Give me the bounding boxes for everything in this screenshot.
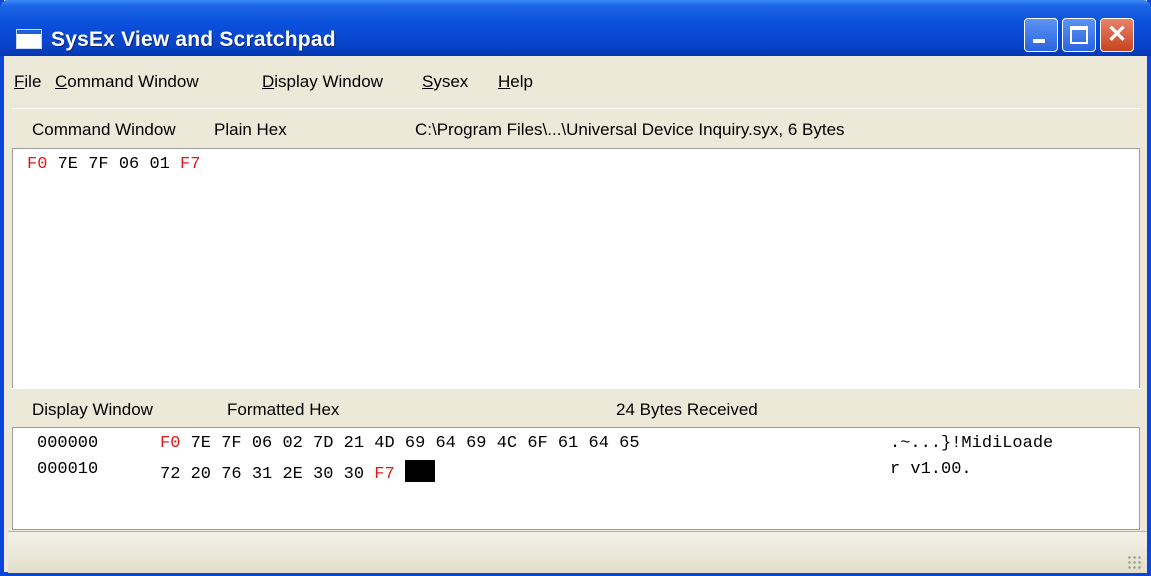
hex-byte: 7E: [190, 434, 212, 453]
hex-byte: 64: [588, 434, 609, 453]
hex-byte: 02: [282, 434, 303, 453]
hex-row-bytes: 72 20 76 31 2E 30 30 F7: [160, 460, 435, 484]
command-window-header: Command Window Plain Hex C:\Program File…: [12, 108, 1140, 149]
app-window: SysEx View and Scratchpad ✕ File Command…: [0, 0, 1151, 576]
hex-byte: 06: [118, 155, 140, 174]
hex-row-bytes: F0 7E 7F 06 02 7D 21 4D 69 64 69 4C 6F 6…: [160, 434, 640, 453]
hex-byte: 65: [619, 434, 640, 453]
hex-byte: 4D: [374, 434, 395, 453]
hex-byte: 69: [466, 434, 487, 453]
hex-row-offset: 000000: [37, 434, 99, 453]
menu-display-window[interactable]: Display Window: [262, 72, 383, 92]
menu-sysex[interactable]: Sysex: [422, 72, 468, 92]
display-window-label: Display Window: [32, 400, 153, 419]
command-window-label: Command Window: [32, 120, 176, 139]
hex-byte: 7D: [313, 434, 334, 453]
close-button[interactable]: ✕: [1100, 18, 1134, 52]
menu-file[interactable]: File: [14, 72, 41, 92]
window-title: SysEx View and Scratchpad: [51, 28, 336, 51]
hex-byte: F7: [180, 155, 201, 174]
menu-command-window[interactable]: Command Window: [55, 72, 199, 92]
hex-byte: 76: [221, 465, 242, 484]
maximize-button[interactable]: [1062, 18, 1096, 52]
hex-byte: 7F: [221, 434, 242, 453]
bytes-received-status: 24 Bytes Received: [616, 400, 758, 419]
hex-byte: 2E: [282, 465, 303, 484]
hex-byte: 6F: [527, 434, 548, 453]
hex-byte: 06: [251, 434, 273, 453]
command-window-editor[interactable]: F0 7E 7F 06 01 F7: [12, 148, 1140, 389]
text-cursor: [404, 460, 435, 482]
title-bar[interactable]: SysEx View and Scratchpad ✕: [0, 0, 1151, 56]
hex-byte: 20: [190, 465, 212, 484]
hex-byte: 30: [343, 465, 365, 484]
hex-byte: 69: [404, 434, 426, 453]
ascii-column: .~...}!MidiLoade: [890, 434, 1054, 453]
hex-byte: 21: [343, 434, 365, 453]
hex-byte: 7F: [88, 155, 109, 174]
hex-row-offset: 000010: [37, 460, 99, 479]
display-format-label: Formatted Hex: [227, 400, 340, 419]
minimize-button[interactable]: [1024, 18, 1058, 52]
ascii-column: r v1.00.: [890, 460, 972, 479]
hex-byte: 7E: [57, 155, 79, 174]
command-file-info: C:\Program Files\...\Universal Device In…: [415, 120, 845, 139]
status-bar: [8, 531, 1147, 573]
hex-byte: 31: [251, 465, 273, 484]
close-icon: ✕: [1106, 21, 1128, 48]
resize-grip-icon[interactable]: [1127, 555, 1141, 569]
app-window-icon[interactable]: [16, 29, 42, 49]
hex-byte: F7: [374, 465, 395, 484]
menu-help[interactable]: Help: [498, 72, 533, 92]
display-window-header: Display Window Formatted Hex 24 Bytes Re…: [12, 388, 1140, 429]
hex-byte: 4C: [496, 434, 518, 453]
hex-byte: 30: [313, 465, 334, 484]
minimize-icon: [1033, 39, 1045, 43]
hex-byte: F0: [27, 155, 48, 174]
hex-byte: 72: [160, 465, 181, 484]
command-hex-line: F0 7E 7F 06 01 F7: [27, 155, 200, 174]
maximize-icon: [1070, 26, 1088, 44]
hex-byte: 01: [149, 155, 170, 174]
menu-bar: File Command Window Display Window Sysex…: [4, 56, 1147, 106]
command-format-label: Plain Hex: [214, 120, 287, 139]
hex-byte: 61: [557, 434, 579, 453]
display-window-view[interactable]: 000000 F0 7E 7F 06 02 7D 21 4D 69 64 69 …: [12, 427, 1140, 530]
hex-byte: 64: [435, 434, 456, 453]
hex-byte: F0: [160, 434, 181, 453]
